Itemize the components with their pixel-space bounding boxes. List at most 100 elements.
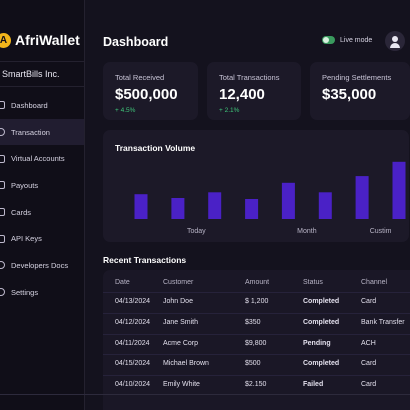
kpi-label: Pending Settlements: [322, 73, 392, 82]
status-badge: Completed: [303, 319, 340, 326]
live-mode-toggle[interactable]: Live mode: [322, 36, 372, 44]
row-divider: [103, 292, 410, 293]
kpi-card-total-transactions: Total Transactions 12,400 + 2.1%: [207, 62, 301, 120]
wallet-icon: [0, 154, 5, 163]
table-cell: Bank Transfer: [361, 319, 405, 326]
sidebar-nav: Dashboard Transaction Virtual Accounts P…: [0, 92, 84, 306]
divider: [0, 394, 410, 395]
chart-bar: [245, 199, 259, 219]
key-icon: [0, 234, 5, 243]
table-cell: Emily White: [163, 381, 200, 388]
table-cell: $350: [245, 319, 261, 326]
column-header[interactable]: Channel: [361, 279, 387, 286]
brand-logo[interactable]: A AfriWallet: [0, 32, 80, 48]
table-cell: 04/15/2024: [115, 360, 151, 367]
table-cell: $9,800: [245, 340, 267, 347]
avatar[interactable]: [385, 31, 405, 51]
logo-icon: A: [0, 32, 11, 48]
table-cell: $ 1,200: [245, 298, 269, 305]
kpi-value: $500,000: [115, 86, 178, 103]
chart-bar: [355, 176, 369, 219]
chart-x-tick-label: Month: [297, 228, 317, 235]
brand-name: AfriWallet: [15, 32, 80, 48]
grid-icon: [0, 101, 5, 110]
chart-bar: [318, 192, 332, 219]
table-cell: John Doe: [163, 298, 193, 305]
card-icon: [0, 208, 5, 217]
sidebar-item-developers-docs[interactable]: Developers Docs: [0, 252, 84, 279]
table-cell: $2.150: [245, 381, 267, 388]
kpi-value: $35,000: [322, 86, 377, 103]
payout-icon: [0, 181, 5, 190]
table-cell: Michael Brown: [163, 360, 209, 367]
sidebar-item-label: Transaction: [11, 127, 50, 137]
user-icon: [392, 36, 398, 42]
column-header[interactable]: Customer: [163, 279, 193, 286]
row-divider: [103, 334, 410, 335]
table-cell: Acme Corp: [163, 340, 199, 347]
user-icon-body: [390, 43, 400, 48]
main-content: Dashboard Live mode Total Received $500,…: [84, 0, 410, 410]
transaction-icon: [0, 128, 5, 137]
sidebar-item-payouts[interactable]: Payouts: [0, 172, 84, 199]
transaction-volume-chart: Transaction Volume Today Month Custim: [103, 130, 409, 242]
kpi-value: 12,400: [219, 86, 265, 103]
chart-canvas: Today Month Custim: [134, 161, 406, 235]
kpi-label: Total Transactions: [219, 73, 280, 82]
sidebar-item-label: Dashboard: [11, 100, 48, 110]
kpi-change: + 2.1%: [219, 107, 240, 114]
sidebar-item-cards[interactable]: Cards: [0, 199, 84, 226]
org-switcher[interactable]: SmartBills Inc.: [0, 61, 84, 87]
sidebar-item-label: Developers Docs: [11, 260, 69, 270]
sidebar: A AfriWallet SmartBills Inc. Dashboard T…: [0, 0, 85, 410]
status-badge: Failed: [303, 381, 324, 388]
recent-transactions-title: Recent Transactions: [103, 255, 187, 265]
table-cell: Jane Smith: [163, 319, 199, 326]
table-cell: 04/10/2024: [115, 381, 151, 388]
kpi-card-total-received: Total Received $500,000 + 4.5%: [103, 62, 198, 120]
table-cell: 04/12/2024: [115, 319, 151, 326]
gear-icon: [0, 288, 5, 297]
sidebar-item-dashboard[interactable]: Dashboard: [0, 92, 84, 119]
toggle-switch-icon[interactable]: [322, 36, 335, 44]
table-cell: Card: [361, 298, 377, 305]
chart-x-tick-label: Custim: [370, 228, 392, 235]
column-header[interactable]: Amount: [245, 279, 269, 286]
transactions-table: Date Customer Amount Status Channel 04/13/202…: [103, 270, 410, 410]
sidebar-item-virtual-accounts[interactable]: Virtual Accounts: [0, 145, 84, 172]
sidebar-item-settings[interactable]: Settings: [0, 279, 84, 306]
table-cell: Card: [361, 360, 377, 367]
row-divider: [103, 354, 410, 355]
chart-bar: [171, 198, 185, 219]
org-name: SmartBills Inc.: [2, 69, 60, 79]
table-cell: Card: [361, 381, 377, 388]
status-badge: Pending: [303, 340, 331, 347]
sidebar-item-label: Virtual Accounts: [11, 154, 65, 164]
chart-bar: [134, 194, 148, 219]
column-header[interactable]: Date: [115, 279, 130, 286]
sidebar-item-label: Settings: [11, 287, 39, 297]
sidebar-item-label: API Keys: [11, 234, 42, 244]
row-divider: [103, 375, 410, 376]
chart-bar: [281, 182, 295, 219]
kpi-card-pending-settlements: Pending Settlements $35,000: [310, 62, 410, 120]
sidebar-item-transaction[interactable]: Transaction: [0, 118, 84, 146]
page-title: Dashboard: [103, 35, 169, 49]
status-badge: Completed: [303, 360, 340, 367]
status-badge: Completed: [303, 298, 340, 305]
table-cell: ACH: [361, 340, 376, 347]
table-cell: $500: [245, 360, 261, 367]
column-header[interactable]: Status: [303, 279, 323, 286]
chart-bar: [208, 192, 222, 219]
sidebar-item-label: Cards: [11, 207, 32, 217]
sidebar-item-api-keys[interactable]: API Keys: [0, 225, 84, 252]
chart-bar: [392, 161, 406, 219]
sidebar-item-label: Payouts: [11, 180, 39, 190]
kpi-label: Total Received: [115, 73, 165, 82]
live-mode-label: Live mode: [340, 36, 373, 44]
docs-icon: [0, 261, 5, 270]
chart-x-tick-label: Today: [187, 228, 206, 235]
row-divider: [103, 313, 410, 314]
kpi-change: + 4.5%: [115, 107, 136, 114]
table-cell: 04/13/2024: [115, 298, 151, 305]
